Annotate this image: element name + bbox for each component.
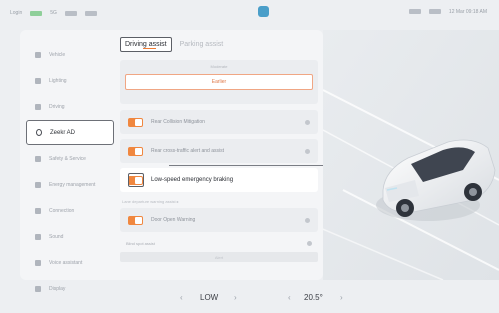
sidebar-item-label: Connection (49, 207, 75, 214)
fan-mode-label: LOW (200, 293, 219, 302)
tab-active-indicator (143, 47, 156, 49)
link-icon (35, 207, 41, 214)
setting-label: Door Open Warning (151, 217, 196, 223)
sidebar-item-driving[interactable]: Driving (26, 94, 114, 119)
steering-icon (35, 103, 41, 110)
status-bar: Login 5G 12 Mar 09:18 AM (0, 0, 499, 26)
sidebar-item-display[interactable]: Display (26, 276, 114, 301)
setting-label: Rear cross-traffic alert and assist (151, 148, 224, 154)
blind-spot-row[interactable]: Blind spot assist (120, 237, 318, 249)
sidebar-item-safety[interactable]: Safety & Service (26, 146, 114, 171)
setting-row-door-open: Door Open Warning (120, 208, 318, 232)
display-icon (35, 285, 41, 292)
rear-cross-traffic-toggle[interactable] (128, 146, 143, 156)
info-icon[interactable] (305, 148, 310, 154)
energy-icon (35, 181, 41, 188)
info-icon[interactable] (305, 217, 310, 223)
rear-collision-toggle[interactable] (128, 117, 143, 127)
sidebar-item-label: Vehicle (49, 51, 66, 58)
sidebar-item-lighting[interactable]: Lighting (26, 68, 114, 93)
setting-row-rear-collision: Rear Collision Mitigation (120, 110, 318, 134)
sidebar-item-label: Voice assistant (49, 259, 83, 266)
sidebar-item-vehicle[interactable]: Vehicle (26, 42, 114, 67)
sound-icon (35, 233, 41, 240)
info-icon[interactable] (307, 240, 312, 246)
sidebar-item-label: Energy management (49, 181, 96, 188)
status-network: 5G (50, 10, 57, 16)
notification-icon (428, 9, 441, 14)
sidebar-item-voice[interactable]: Voice assistant (26, 250, 114, 275)
bluetooth-icon (64, 10, 77, 16)
tab-parking-assist[interactable]: Parking assist (176, 38, 228, 51)
earlier-button[interactable]: Earlier (125, 74, 313, 90)
setting-label: Low-speed emergency braking (151, 177, 234, 183)
mode-label: Moderate (210, 64, 228, 69)
door-open-toggle[interactable] (128, 215, 143, 225)
status-login: Login (10, 10, 23, 16)
setting-row-rear-cross-traffic: Rear cross-traffic alert and assist (120, 139, 318, 163)
sidebar-item-label: Lighting (49, 77, 67, 84)
sidebar-item-energy[interactable]: Energy management (26, 172, 114, 197)
section-label[interactable]: Lane departure warning assist ▸ (120, 197, 318, 208)
setting-label: Blind spot assist (126, 240, 155, 246)
vehicle-scene (323, 30, 499, 280)
sidebar-item-label: Display (49, 285, 66, 292)
car-icon (35, 51, 41, 58)
sidebar-item-label: Zeekr AD (50, 129, 76, 136)
app-logo-icon (258, 6, 269, 17)
info-icon[interactable] (305, 119, 310, 125)
status-clock: 12 Mar 09:18 AM (448, 9, 487, 15)
alert-button[interactable]: Alert (120, 252, 318, 262)
light-icon (35, 77, 41, 84)
voice-icon (35, 259, 41, 266)
sidebar-item-connection[interactable]: Connection (26, 198, 114, 223)
fan-decrease-arrow[interactable]: ‹ (180, 293, 183, 302)
shield-icon (35, 155, 41, 162)
signal-icon (30, 10, 43, 16)
sidebar-item-sound[interactable]: Sound (26, 224, 114, 249)
sidebar-item-label: Safety & Service (49, 155, 86, 162)
settings-tabs: Driving assist Parking assist (120, 37, 227, 52)
warning-timing-card: Moderate Earlier (120, 60, 318, 104)
driving-assist-content: Moderate Earlier Rear Collision Mitigati… (120, 60, 318, 262)
fan-increase-arrow[interactable]: › (234, 293, 237, 302)
setting-row-low-speed-braking: Low-speed emergency braking (120, 168, 318, 192)
temp-increase-arrow[interactable]: › (340, 293, 343, 302)
wifi-icon (84, 10, 97, 16)
settings-sidebar: Vehicle Lighting Driving Zeekr AD Safety… (26, 42, 114, 302)
sidebar-item-label: Sound (49, 233, 64, 240)
tab-label: Parking assist (179, 41, 224, 48)
setting-label: Rear Collision Mitigation (151, 119, 205, 125)
sidebar-item-zeekr-ad[interactable]: Zeekr AD (26, 120, 114, 145)
temp-decrease-arrow[interactable]: ‹ (288, 293, 291, 302)
callout-line (169, 165, 339, 166)
tab-driving-assist[interactable]: Driving assist (120, 37, 172, 52)
temperature-label: 20.5° (304, 293, 323, 302)
highlight-box (128, 173, 144, 187)
volume-icon (408, 9, 421, 14)
ad-icon (36, 129, 42, 136)
sidebar-item-label: Driving (49, 103, 65, 110)
vehicle-illustration (323, 30, 499, 280)
